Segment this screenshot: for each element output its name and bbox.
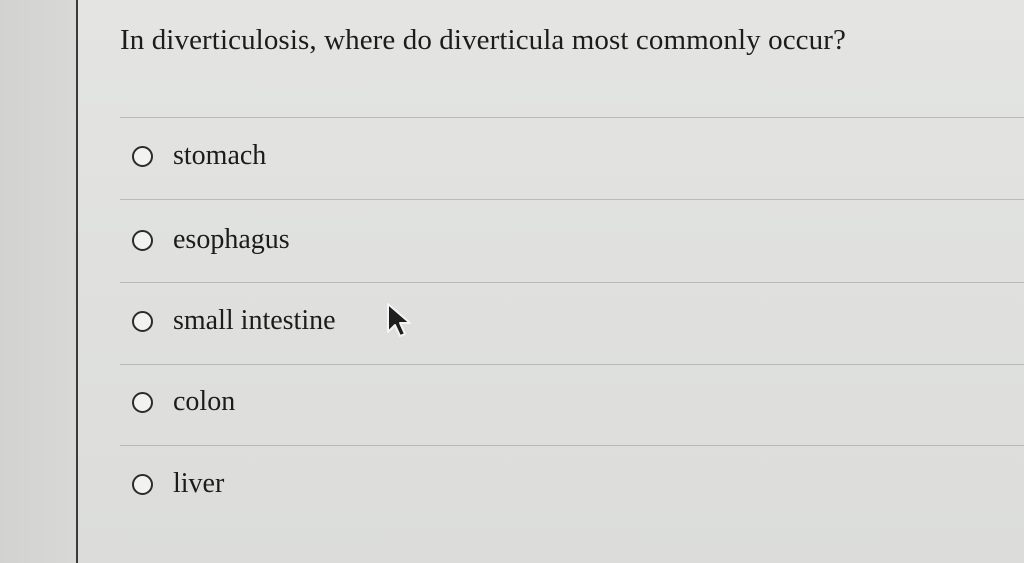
left-margin	[0, 0, 76, 563]
divider	[120, 445, 1024, 446]
option-colon[interactable]: colon	[132, 382, 235, 422]
option-label: colon	[173, 386, 236, 417]
radio-button[interactable]	[132, 473, 153, 495]
radio-button[interactable]	[132, 145, 153, 167]
option-small-intestine[interactable]: small intestine	[132, 301, 336, 341]
divider	[120, 364, 1024, 365]
divider	[120, 199, 1024, 200]
option-label: liver	[173, 468, 225, 499]
option-esophagus[interactable]: esophagus	[132, 220, 290, 260]
option-label: esophagus	[173, 224, 290, 255]
radio-button[interactable]	[132, 229, 153, 251]
option-liver[interactable]: liver	[132, 464, 224, 504]
radio-button[interactable]	[132, 310, 153, 332]
radio-button[interactable]	[132, 391, 153, 413]
mouse-pointer-icon	[387, 303, 411, 337]
divider	[120, 282, 1024, 283]
option-label: stomach	[173, 140, 267, 171]
question-text: In diverticulosis, where do diverticula …	[120, 24, 846, 56]
divider	[120, 117, 1024, 118]
option-stomach[interactable]: stomach	[132, 136, 266, 176]
option-label: small intestine	[173, 305, 336, 336]
